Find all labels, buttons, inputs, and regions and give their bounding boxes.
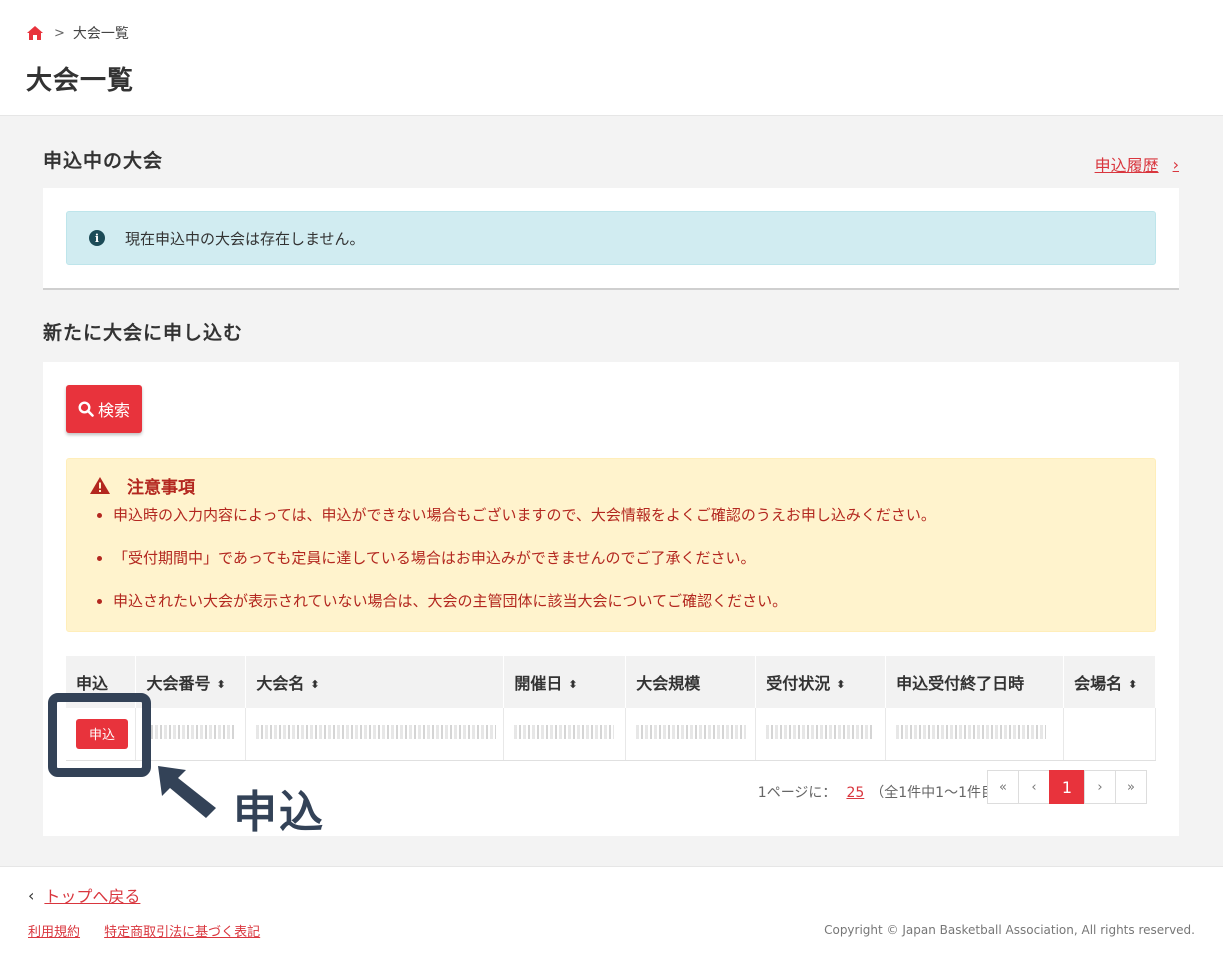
redacted-text: [896, 724, 1047, 739]
notice-item: 申込時の入力内容によっては、申込ができない場合もございますので、大会情報をよくご…: [89, 504, 1155, 547]
prev-page-button[interactable]: ‹: [1018, 770, 1050, 804]
info-alert: i 現在申込中の大会は存在しません。: [66, 211, 1156, 265]
info-icon: i: [89, 230, 105, 246]
col-header-scale: 大会規模: [625, 656, 757, 708]
redacted-text: [766, 724, 875, 739]
warning-icon: [90, 477, 110, 494]
applying-card: i 現在申込中の大会は存在しません。: [43, 188, 1179, 290]
search-icon: [78, 401, 94, 417]
cell-redacted: [885, 708, 1065, 761]
notice-box: 注意事項 申込時の入力内容によっては、申込ができない場合もございますので、大会情…: [66, 458, 1156, 632]
info-message: 現在申込中の大会は存在しません。: [125, 229, 365, 248]
col-header-status[interactable]: 受付状況 ⬍: [755, 656, 887, 708]
redacted-text: [146, 724, 235, 739]
breadcrumb: > 大会一覧: [26, 22, 1197, 44]
col-header-name[interactable]: 大会名 ⬍: [245, 656, 505, 708]
sort-icon: ⬍: [568, 678, 578, 691]
cell-redacted: [503, 708, 627, 761]
redacted-text: [636, 724, 747, 739]
col-header-date[interactable]: 開催日 ⬍: [503, 656, 627, 708]
redacted-text: [514, 724, 615, 739]
page-title: 大会一覧: [26, 66, 135, 96]
notice-title: 注意事項: [127, 478, 195, 498]
breadcrumb-current: 大会一覧: [72, 26, 129, 42]
per-page-link[interactable]: 25: [846, 785, 864, 801]
notice-item: 「受付期間中」であっても定員に達している場合はお申込みができませんのでご了承くだ…: [89, 547, 1155, 590]
col-header-deadline: 申込受付終了日時: [885, 656, 1065, 708]
sort-icon: ⬍: [1128, 678, 1138, 691]
annotation-arrow-icon: [158, 766, 216, 818]
pagination-summary: 1ページに： 25 （全1件中1～1件目）: [757, 785, 1009, 801]
sort-icon: ⬍: [216, 678, 226, 691]
sort-icon: ⬍: [310, 678, 320, 691]
applying-section-header: 申込中の大会 申込履歴 ›: [43, 146, 1179, 188]
cell-redacted: [755, 708, 887, 761]
notice-list: 申込時の入力内容によっては、申込ができない場合もございますので、大会情報をよくご…: [89, 504, 1155, 633]
search-button-label: 検索: [97, 401, 130, 420]
next-page-button[interactable]: ›: [1084, 770, 1116, 804]
back-link-label: トップへ戻る: [44, 887, 141, 906]
back-to-top-link[interactable]: ‹ トップへ戻る: [28, 883, 140, 907]
cell-redacted: [245, 708, 505, 761]
search-button[interactable]: 検索: [66, 385, 142, 433]
cell-venue: [1063, 708, 1156, 761]
terms-link[interactable]: 利用規約: [28, 925, 80, 940]
pagination-buttons: « ‹ 1 › »: [987, 770, 1147, 804]
breadcrumb-separator: >: [54, 25, 65, 41]
notice-item: 申込されたい大会が表示されていない場合は、大会の主管団体に該当大会についてご確認…: [89, 590, 1155, 633]
commerce-law-link[interactable]: 特定商取引法に基づく表記: [104, 925, 260, 940]
notice-header: 注意事項: [89, 473, 1155, 498]
chevron-right-icon: ›: [1172, 154, 1179, 174]
annotation-highlight-box: [48, 693, 151, 777]
footer-links: 利用規約 特定商取引法に基づく表記: [28, 921, 280, 940]
footer: ‹ トップへ戻る 利用規約 特定商取引法に基づく表記 Copyright © J…: [0, 866, 1223, 954]
chevron-left-icon: ‹: [28, 885, 35, 905]
table-row: 申込: [66, 708, 1156, 761]
col-header-venue[interactable]: 会場名 ⬍: [1063, 656, 1156, 708]
redacted-text: [256, 724, 497, 739]
cell-redacted: [135, 708, 247, 761]
home-icon[interactable]: [26, 25, 44, 41]
cell-redacted: [625, 708, 757, 761]
page-header: > 大会一覧 大会一覧: [0, 0, 1223, 116]
history-link-label: 申込履歴: [1094, 156, 1159, 175]
annotation-label: 申込: [233, 787, 325, 838]
sort-icon: ⬍: [836, 678, 846, 691]
history-link[interactable]: 申込履歴 ›: [1095, 152, 1179, 176]
tournament-table: 申込 大会番号 ⬍ 大会名 ⬍ 開催日 ⬍ 大会規模 受付状況 ⬍ 申込受付終了日時 会…: [66, 656, 1156, 761]
last-page-button[interactable]: »: [1115, 770, 1147, 804]
first-page-button[interactable]: «: [987, 770, 1019, 804]
main-content: 申込中の大会 申込履歴 › i 現在申込中の大会は存在しません。 新たに大会に申…: [0, 116, 1223, 866]
col-header-number[interactable]: 大会番号 ⬍: [135, 656, 247, 708]
page-button-current[interactable]: 1: [1049, 770, 1085, 804]
table-header-row: 申込 大会番号 ⬍ 大会名 ⬍ 開催日 ⬍ 大会規模 受付状況 ⬍ 申込受付終了日時 会…: [66, 656, 1156, 708]
new-section-title: 新たに大会に申し込む: [43, 322, 244, 344]
copyright: Copyright © Japan Basketball Association…: [824, 923, 1195, 937]
applying-section-title: 申込中の大会: [43, 150, 164, 172]
